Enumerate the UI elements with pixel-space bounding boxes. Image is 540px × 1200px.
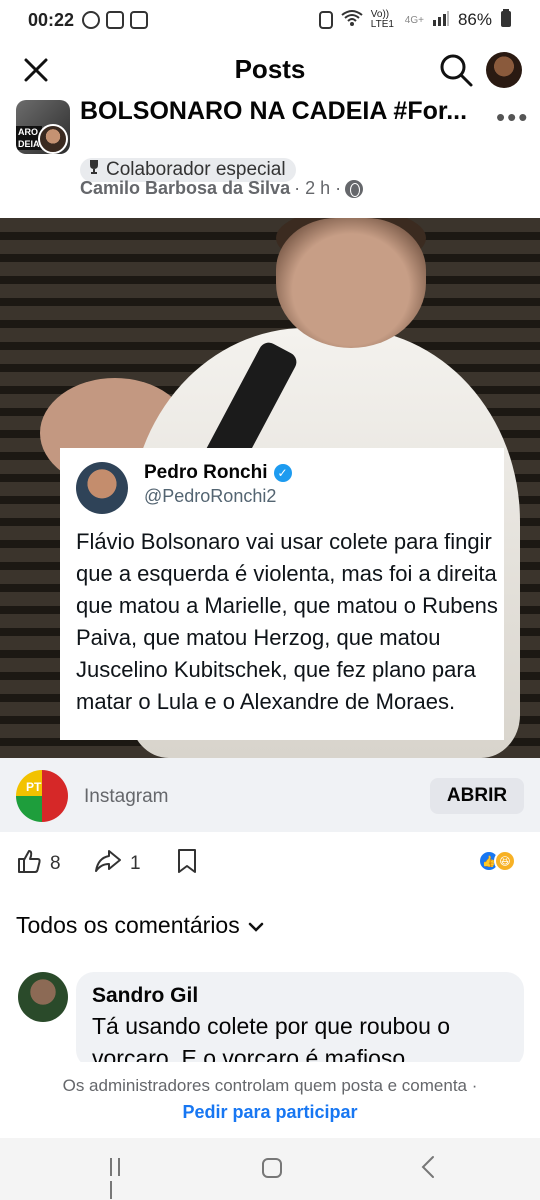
recents-icon[interactable]: [110, 1158, 132, 1199]
chevron-down-icon: [248, 912, 264, 939]
top-bar: Posts: [0, 44, 540, 96]
like-button[interactable]: 8: [16, 848, 61, 880]
haha-reaction-icon: 😆: [494, 850, 516, 872]
key-icon: [130, 11, 149, 29]
thumbs-up-icon: [16, 848, 42, 880]
tweet-author-name: Pedro Ronchi: [144, 462, 268, 483]
link-preview[interactable]: PT Instagram ABRIR: [0, 758, 540, 832]
comment-bubble[interactable]: Sandro Gil Tá usando colete por que roub…: [76, 972, 524, 1068]
post-actions: 8 1 👍 😆: [0, 838, 540, 888]
group-name[interactable]: BOLSONARO NA CADEIA #For...: [80, 96, 480, 126]
tweet-text: Flávio Bolsonaro vai usar colete para fi…: [76, 529, 498, 714]
post-time[interactable]: · 2 h ·: [294, 178, 341, 199]
group-thumbnail[interactable]: ARO DEIA: [16, 100, 70, 154]
author-name[interactable]: Camilo Barbosa da Silva: [80, 178, 290, 199]
network-type: 4G+: [404, 14, 424, 26]
share-count: 1: [130, 853, 141, 874]
like-count: 8: [50, 853, 61, 874]
instagram-profile-icon: PT: [16, 770, 68, 822]
admin-note-text: Os administradores controlam quem posta …: [62, 1076, 478, 1095]
comment-item: Sandro Gil Tá usando colete por que roub…: [16, 972, 526, 1068]
author-avatar[interactable]: [38, 124, 68, 154]
request-join-link[interactable]: Pedir para participar: [0, 1102, 540, 1123]
open-button[interactable]: ABRIR: [430, 778, 524, 814]
tweet-card: Pedro Ronchi ✓ @PedroRonchi2 Flávio Bols…: [60, 448, 504, 740]
globe-icon: [345, 179, 364, 198]
post-header: ARO DEIA BOLSONARO NA CADEIA #For... •••…: [0, 96, 540, 206]
post-image[interactable]: Pedro Ronchi ✓ @PedroRonchi2 Flávio Bols…: [0, 218, 540, 758]
notification-icon: [82, 11, 101, 29]
search-icon[interactable]: [438, 52, 474, 88]
tweet-handle: @PedroRonchi2: [144, 486, 277, 506]
comments-filter-label: Todos os comentários: [16, 912, 240, 938]
home-icon[interactable]: [262, 1158, 282, 1178]
comment-text: Tá usando colete por que roubou o vorcar…: [92, 1013, 451, 1068]
status-time: 00:22: [28, 9, 75, 30]
network-label: Vo)) LTE1: [370, 9, 394, 30]
tweet-author: Pedro Ronchi ✓: [144, 462, 292, 484]
wifi-icon: [341, 9, 363, 32]
save-button[interactable]: [176, 848, 198, 880]
battery-icon: [500, 8, 512, 32]
gallery-icon: [106, 11, 125, 29]
more-options-icon[interactable]: •••: [496, 102, 529, 133]
commenter-avatar[interactable]: [18, 972, 68, 1022]
battery-saver-icon: [318, 11, 333, 29]
share-button[interactable]: 1: [94, 848, 141, 880]
author-line: Camilo Barbosa da Silva · 2 h ·: [80, 178, 364, 199]
profile-avatar[interactable]: [486, 52, 522, 88]
bookmark-icon: [176, 848, 198, 880]
tweet-avatar: [76, 462, 128, 514]
reaction-summary[interactable]: 👍 😆: [478, 850, 516, 872]
commenter-name[interactable]: Sandro Gil: [92, 982, 508, 1010]
comments-filter[interactable]: Todos os comentários: [16, 912, 264, 939]
battery-percent: 86%: [457, 10, 492, 29]
share-icon: [94, 848, 122, 880]
admin-note: Os administradores controlam quem posta …: [0, 1062, 540, 1138]
verified-icon: ✓: [273, 464, 292, 482]
link-source: Instagram: [84, 786, 169, 807]
status-bar: 00:22 Vo)) LTE1 4G+ 86%: [0, 0, 540, 40]
back-icon[interactable]: [416, 1154, 442, 1180]
system-nav-bar: [0, 1138, 540, 1200]
signal-icon: [432, 10, 450, 31]
